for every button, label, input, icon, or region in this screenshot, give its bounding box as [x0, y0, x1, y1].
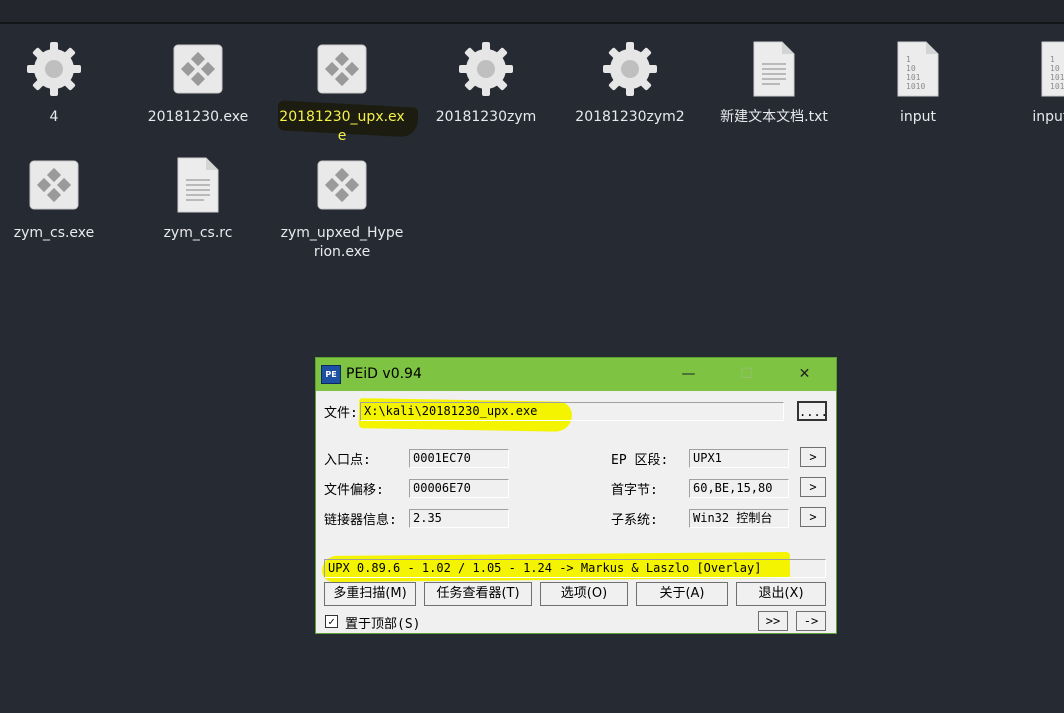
options-button[interactable]: 选项(O) — [540, 582, 628, 606]
exe-icon — [272, 38, 412, 100]
file-item-zym-upxed-hyperion[interactable]: zym_upxed_Hyperion.exe — [272, 154, 412, 262]
file-name: 4 — [49, 109, 59, 125]
peid-window: PE PEiD v0.94 — ☐ ✕ 文件: X:\kali\20181230… — [315, 357, 837, 634]
ep-section-field[interactable]: UPX1 — [689, 449, 789, 468]
file-item-input[interactable]: 1 10 101 1010 input — [848, 38, 988, 127]
svg-text:1010: 1010 — [906, 82, 925, 91]
file-item-zym-cs-rc[interactable]: zym_cs.rc — [128, 154, 268, 243]
ep-section-details-button[interactable]: > — [800, 447, 826, 467]
window-title: PEiD v0.94 — [346, 366, 422, 382]
file-name: zym_upxed_Hyperion.exe — [280, 225, 404, 260]
linker-info-label: 链接器信息: — [324, 513, 397, 528]
first-bytes-label: 首字节: — [611, 483, 658, 498]
text-file-icon — [704, 38, 844, 100]
title-bar[interactable]: PE PEiD v0.94 — ☐ ✕ — [316, 358, 836, 391]
exe-icon — [0, 154, 124, 216]
svg-text:101: 101 — [906, 73, 921, 82]
maximize-button[interactable]: ☐ — [724, 358, 769, 391]
stay-on-top-label: 置于顶部(S) — [345, 617, 421, 632]
first-bytes-details-button[interactable]: > — [800, 477, 826, 497]
minimize-button[interactable]: — — [666, 358, 711, 391]
gear-icon — [0, 38, 124, 100]
browse-button[interactable]: .... — [797, 401, 828, 421]
file-item-20181230zym2[interactable]: 20181230zym2 — [560, 38, 700, 127]
file-item-input-sh[interactable]: 1101011010 input_sh — [992, 38, 1064, 127]
gear-icon — [560, 38, 700, 100]
file-path-field[interactable]: X:\kali\20181230_upx.exe — [360, 402, 784, 421]
binary-file-icon: 1101011010 — [992, 38, 1064, 100]
next-button[interactable]: -> — [796, 611, 826, 631]
exe-icon — [128, 38, 268, 100]
extra-info-button[interactable]: >> — [758, 611, 788, 631]
file-name: input — [899, 109, 936, 125]
task-viewer-button[interactable]: 任务查看器(T) — [424, 582, 532, 606]
close-button[interactable]: ✕ — [782, 358, 827, 391]
svg-text:1: 1 — [1050, 55, 1055, 64]
svg-text:1010: 1010 — [1050, 82, 1064, 91]
about-button[interactable]: 关于(A) — [636, 582, 728, 606]
linker-info-field[interactable]: 2.35 — [409, 509, 509, 528]
file-name: 20181230_upx.exe — [279, 109, 405, 144]
file-name: 新建文本文档.txt — [720, 109, 828, 125]
exit-button[interactable]: 退出(X) — [736, 582, 826, 606]
file-item-4[interactable]: 4 — [0, 38, 124, 127]
file-name: zym_cs.exe — [13, 225, 95, 241]
detection-result-field[interactable]: UPX 0.89.6 - 1.02 / 1.05 - 1.24 -> Marku… — [324, 559, 826, 578]
svg-text:10: 10 — [1050, 64, 1060, 73]
first-bytes-field[interactable]: 60,BE,15,80 — [689, 479, 789, 498]
svg-text:1: 1 — [906, 55, 911, 64]
file-name: zym_cs.rc — [163, 225, 233, 241]
file-offset-label: 文件偏移: — [324, 483, 384, 498]
file-name: 20181230.exe — [147, 109, 249, 125]
file-name: 20181230zym — [435, 109, 537, 125]
text-file-icon — [128, 154, 268, 216]
exe-icon — [272, 154, 412, 216]
file-item-zym-cs-exe[interactable]: zym_cs.exe — [0, 154, 124, 243]
file-item-20181230zym[interactable]: 20181230zym — [416, 38, 556, 127]
multi-scan-button[interactable]: 多重扫描(M) — [324, 582, 416, 606]
gear-icon — [416, 38, 556, 100]
file-manager-toolbar — [0, 0, 1064, 24]
file-label: 文件: — [324, 406, 358, 421]
binary-file-icon: 1101011010 — [848, 38, 988, 100]
ep-section-label: EP 区段: — [611, 453, 669, 468]
subsystem-details-button[interactable]: > — [800, 507, 826, 527]
file-name: 20181230zym2 — [575, 109, 685, 125]
file-item-20181230-upx-exe[interactable]: 20181230_upx.exe — [272, 38, 412, 146]
entry-point-label: 入口点: — [324, 453, 371, 468]
peid-app-icon: PE — [321, 365, 341, 384]
subsystem-label: 子系统: — [611, 513, 658, 528]
file-item-20181230-exe[interactable]: 20181230.exe — [128, 38, 268, 127]
entry-point-field[interactable]: 0001EC70 — [409, 449, 509, 468]
file-name: input_sh — [1032, 109, 1064, 125]
file-offset-field[interactable]: 00006E70 — [409, 479, 509, 498]
svg-text:101: 101 — [1050, 73, 1064, 82]
svg-text:10: 10 — [906, 64, 916, 73]
stay-on-top-checkbox[interactable]: ✓ — [325, 615, 338, 628]
file-item-new-text-doc[interactable]: 新建文本文档.txt — [704, 38, 844, 127]
subsystem-field[interactable]: Win32 控制台 — [689, 509, 789, 528]
